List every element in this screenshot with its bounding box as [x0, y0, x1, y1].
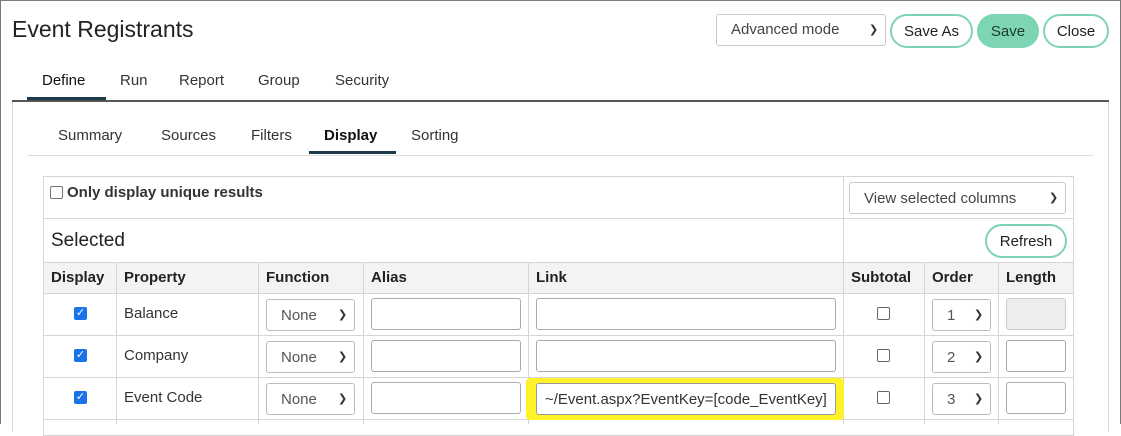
property-name: Company — [124, 347, 189, 364]
order-value: 3 — [947, 391, 956, 408]
alias-input[interactable] — [371, 340, 521, 372]
subtotal-checkbox[interactable] — [877, 391, 890, 404]
column-header-display: Display — [51, 269, 105, 286]
column-header-length: Length — [1006, 269, 1056, 286]
order-select[interactable]: 1 ❯ — [932, 299, 991, 331]
column-header-link: Link — [536, 269, 567, 286]
column-divider — [258, 262, 259, 424]
column-header-function: Function — [266, 269, 330, 286]
display-checkbox[interactable]: ✓ — [74, 349, 87, 362]
alias-input[interactable] — [371, 298, 521, 330]
active-subtab-indicator — [309, 151, 396, 154]
chevron-down-icon: ❯ — [974, 351, 984, 363]
divider — [843, 176, 844, 262]
tab-security[interactable]: Security — [335, 72, 389, 89]
refresh-button[interactable]: Refresh — [985, 224, 1067, 258]
chevron-down-icon: ❯ — [974, 309, 984, 321]
main-tab-bar: Define Run Report Group Security — [12, 66, 1109, 102]
save-button[interactable]: Save — [977, 14, 1039, 48]
function-select[interactable]: None ❯ — [266, 299, 355, 331]
chevron-down-icon: ❯ — [869, 24, 879, 36]
selected-heading: Selected — [51, 230, 125, 251]
chevron-down-icon: ❯ — [338, 351, 348, 363]
tab-filters[interactable]: Filters — [251, 127, 292, 144]
tab-group[interactable]: Group — [258, 72, 300, 89]
column-header-alias: Alias — [371, 269, 407, 286]
column-divider — [998, 262, 999, 424]
mode-select-value: Advanced mode — [731, 21, 840, 38]
chevron-down-icon: ❯ — [1049, 192, 1059, 204]
length-input[interactable] — [1006, 340, 1066, 372]
alias-input[interactable] — [371, 382, 521, 414]
page-title: Event Registrants — [12, 16, 194, 42]
unique-results-label: Only display unique results — [67, 184, 263, 201]
view-columns-select[interactable]: View selected columns ❯ — [849, 182, 1066, 214]
tab-define[interactable]: Define — [42, 72, 85, 89]
tab-sorting[interactable]: Sorting — [411, 127, 459, 144]
column-header-order: Order — [932, 269, 973, 286]
subtotal-checkbox[interactable] — [877, 349, 890, 362]
column-divider — [116, 262, 117, 424]
function-value: None — [281, 349, 317, 366]
save-as-button[interactable]: Save As — [890, 14, 973, 48]
divider — [44, 335, 1073, 336]
column-header-subtotal: Subtotal — [851, 269, 911, 286]
mode-select[interactable]: Advanced mode ❯ — [716, 14, 886, 46]
function-value: None — [281, 307, 317, 324]
link-input[interactable] — [536, 298, 836, 330]
tab-summary[interactable]: Summary — [58, 127, 122, 144]
divider — [44, 262, 1073, 263]
tab-display[interactable]: Display — [324, 127, 377, 144]
chevron-down-icon: ❯ — [338, 309, 348, 321]
subtotal-checkbox[interactable] — [877, 307, 890, 320]
link-input[interactable] — [536, 340, 836, 372]
property-name: Balance — [124, 305, 179, 322]
order-value: 1 — [947, 307, 956, 324]
order-select[interactable]: 2 ❯ — [932, 341, 991, 373]
display-checkbox[interactable]: ✓ — [74, 391, 87, 404]
divider — [44, 218, 1073, 219]
column-divider — [924, 262, 925, 424]
column-divider — [363, 262, 364, 424]
unique-results-checkbox[interactable] — [50, 186, 63, 199]
length-input[interactable] — [1006, 382, 1066, 414]
active-tab-indicator — [27, 97, 106, 100]
function-select[interactable]: None ❯ — [266, 383, 355, 415]
tab-report[interactable]: Report — [179, 72, 224, 89]
column-header-property: Property — [124, 269, 186, 286]
function-select[interactable]: None ❯ — [266, 341, 355, 373]
order-value: 2 — [947, 349, 956, 366]
function-value: None — [281, 391, 317, 408]
property-name: Event Code — [124, 389, 203, 406]
chevron-down-icon: ❯ — [338, 393, 348, 405]
display-checkbox[interactable]: ✓ — [74, 307, 87, 320]
link-input[interactable]: ~/Event.aspx?EventKey=[code_EventKey] — [536, 383, 836, 415]
close-button[interactable]: Close — [1043, 14, 1109, 48]
chevron-down-icon: ❯ — [974, 393, 984, 405]
tab-sources[interactable]: Sources — [161, 127, 216, 144]
link-value: ~/Event.aspx?EventKey=[code_EventKey] — [545, 391, 827, 408]
divider — [44, 293, 1073, 294]
unique-results-option[interactable]: Only display unique results — [50, 184, 263, 201]
sub-tab-bar: Summary Sources Filters Display Sorting — [28, 120, 1093, 156]
tab-run[interactable]: Run — [120, 72, 148, 89]
view-columns-value: View selected columns — [864, 190, 1017, 207]
order-select[interactable]: 3 ❯ — [932, 383, 991, 415]
length-input — [1006, 298, 1066, 330]
